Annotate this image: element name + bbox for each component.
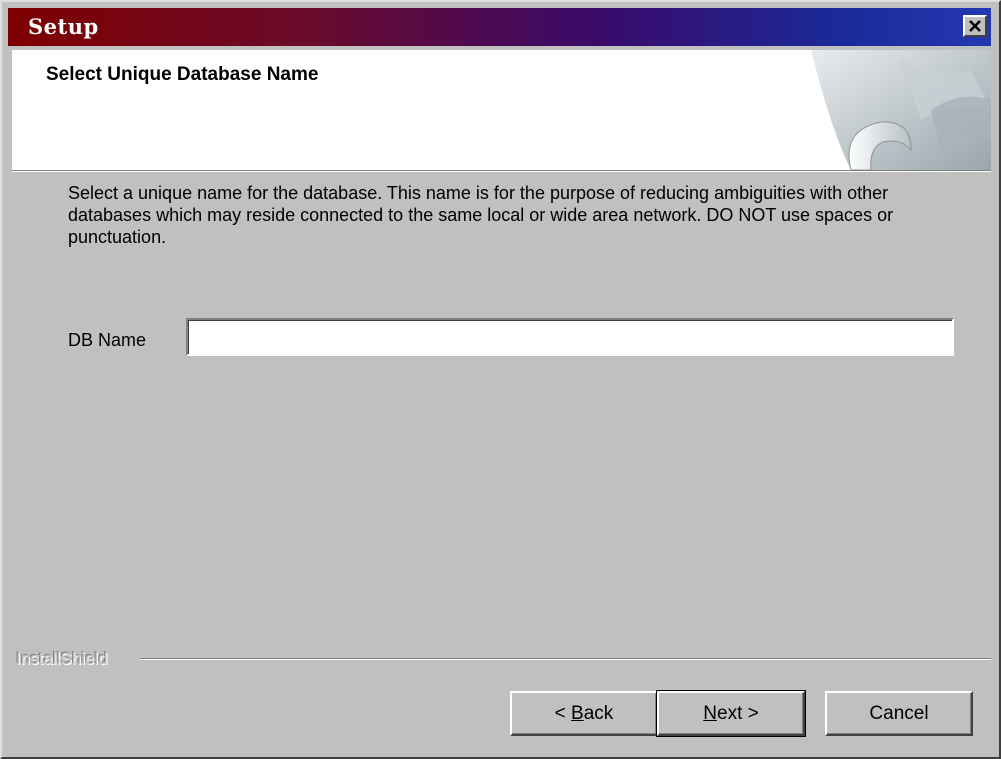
page-curl-graphic	[811, 50, 991, 170]
next-button-rest: ext >	[717, 702, 759, 724]
next-button[interactable]: Next >	[656, 690, 806, 737]
title-bar[interactable]: Setup	[8, 8, 991, 46]
description-text: Select a unique name for the database. T…	[68, 183, 894, 247]
page-title: Select Unique Database Name	[46, 64, 319, 85]
close-icon	[969, 20, 981, 32]
close-button[interactable]	[963, 15, 987, 37]
header-panel: Select Unique Database Name	[12, 50, 991, 170]
back-button-rest: ack	[583, 702, 614, 724]
footer-divider	[140, 658, 991, 660]
back-button-mnemonic: B	[571, 702, 584, 724]
installshield-brand: InstallShield	[16, 649, 108, 668]
back-button-prefix: <	[554, 702, 572, 724]
back-button[interactable]: < Back	[510, 691, 658, 736]
db-name-input[interactable]	[186, 318, 954, 356]
db-name-label: DB Name	[68, 330, 147, 350]
setup-dialog: Setup Select Unique Database Name Select…	[0, 0, 1001, 759]
next-button-mnemonic: N	[703, 702, 717, 724]
header-divider	[12, 170, 991, 172]
window-title: Setup	[28, 14, 99, 39]
cancel-button-label: Cancel	[869, 702, 929, 724]
cancel-button[interactable]: Cancel	[825, 691, 973, 736]
